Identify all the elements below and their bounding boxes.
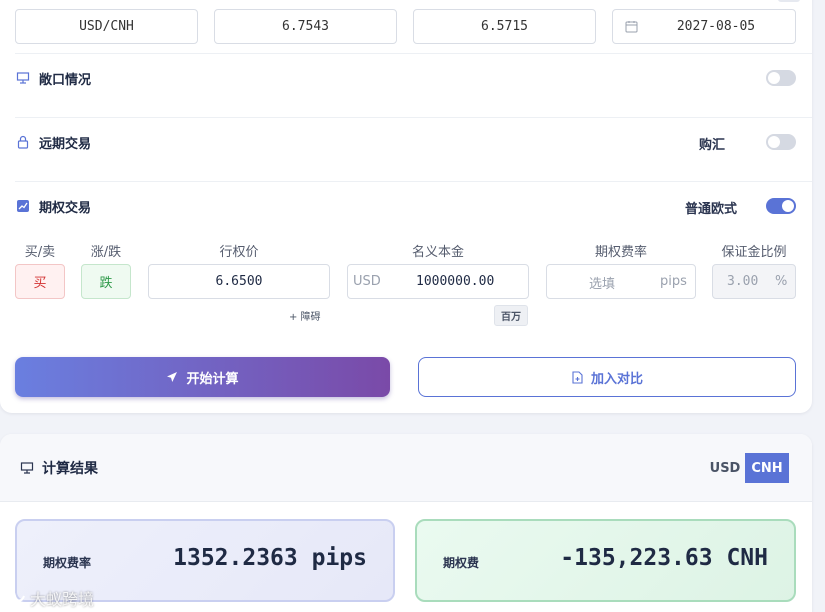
notional-currency: USD <box>353 274 381 289</box>
buy-label: 买 <box>33 276 47 291</box>
currency-pair-value: USD/CNH <box>79 19 134 34</box>
result-title: 计算结果 <box>42 461 98 477</box>
option-title: 期权交易 <box>39 200 92 216</box>
spot-rate-field[interactable]: 6.7543 <box>214 9 397 44</box>
date-field[interactable]: 2027-08-05 <box>612 9 796 44</box>
margin-ratio-label: 保证金比例 <box>721 245 787 260</box>
calculate-label: 开始计算 <box>186 371 239 387</box>
currency-cnh-label: CNH <box>751 460 783 476</box>
option-toggle[interactable] <box>766 198 796 214</box>
strike-label: 行权价 <box>219 245 259 260</box>
strike-input[interactable]: 6.6500 <box>148 264 330 299</box>
presentation-icon <box>20 461 34 475</box>
forward-toggle[interactable] <box>766 134 796 150</box>
add-compare-label: 加入对比 <box>590 371 643 387</box>
send-icon <box>166 371 178 383</box>
currency-pair-field[interactable]: USD/CNH <box>15 9 198 44</box>
option-row: 期权交易 <box>15 196 797 216</box>
forward-side-label: 购汇 <box>699 138 726 153</box>
currency-cnh-button[interactable]: CNH <box>745 453 789 483</box>
top-pill <box>778 0 800 2</box>
forward-rate-value: 6.5715 <box>481 19 528 34</box>
premium-rate-result-label: 期权费率 <box>43 556 92 570</box>
down-label: 跌 <box>99 276 113 291</box>
forward-row: 远期交易 <box>15 132 797 152</box>
million-unit-tag[interactable]: 百万 <box>494 305 528 326</box>
currency-usd-label: USD <box>709 460 741 476</box>
watermark: 大蚁跨境 <box>4 586 94 610</box>
premium-result-label: 期权费 <box>443 556 480 570</box>
forward-rate-field[interactable]: 6.5715 <box>413 9 596 44</box>
premium-result-value: -135,223.63 CNH <box>560 545 768 571</box>
notional-input[interactable]: USD 1000000.00 <box>347 264 529 299</box>
spot-rate-value: 6.7543 <box>282 19 329 34</box>
margin-ratio-value: 3.00 <box>727 274 759 289</box>
currency-usd-button[interactable]: USD <box>706 453 744 483</box>
presentation-icon <box>15 70 31 86</box>
down-button[interactable]: 跌 <box>81 264 131 299</box>
margin-ratio-unit: % <box>775 274 788 289</box>
buy-sell-label: 买/卖 <box>24 245 56 260</box>
forward-title: 远期交易 <box>39 136 92 152</box>
premium-rate-input[interactable]: 选填 pips <box>546 264 696 299</box>
notional-value: 1000000.00 <box>416 274 495 289</box>
add-barrier-link[interactable]: + 障碍 <box>289 308 321 323</box>
watermark-text: 大蚁跨境 <box>30 590 95 609</box>
premium-rate-result-value: 1352.2363 pips <box>173 545 367 571</box>
file-plus-icon <box>571 370 583 384</box>
lock-icon <box>15 134 31 150</box>
result-card: 计算结果 USD CNH 期权费率 1352.2363 pips 期权费 -13… <box>0 434 812 612</box>
up-down-label: 涨/跌 <box>90 245 122 260</box>
watermark-logo-icon <box>4 588 26 608</box>
result-title-group: 计算结果 <box>20 458 98 478</box>
buy-button[interactable]: 买 <box>15 264 65 299</box>
notional-label: 名义本金 <box>411 245 464 260</box>
result-header: 计算结果 USD CNH <box>0 434 812 502</box>
premium-rate-label: 期权费率 <box>594 245 647 260</box>
chart-icon <box>15 198 31 214</box>
divider <box>15 181 812 182</box>
premium-rate-placeholder: 选填 <box>589 277 616 292</box>
exposure-toggle[interactable] <box>766 70 796 86</box>
date-value: 2027-08-05 <box>676 19 756 34</box>
premium-rate-unit: pips <box>660 274 687 289</box>
premium-result: 期权费 -135,223.63 CNH <box>415 519 796 602</box>
add-compare-button[interactable]: 加入对比 <box>418 357 796 397</box>
divider <box>15 117 812 118</box>
margin-ratio-input[interactable]: 3.00 % <box>712 264 796 299</box>
divider <box>15 53 812 54</box>
exposure-title: 敞口情况 <box>39 72 92 88</box>
calendar-icon[interactable] <box>625 20 638 37</box>
calculate-button[interactable]: 开始计算 <box>15 357 390 397</box>
option-style-label: 普通欧式 <box>685 202 738 217</box>
strike-value: 6.6500 <box>215 274 263 289</box>
exposure-row: 敞口情况 <box>15 68 797 88</box>
